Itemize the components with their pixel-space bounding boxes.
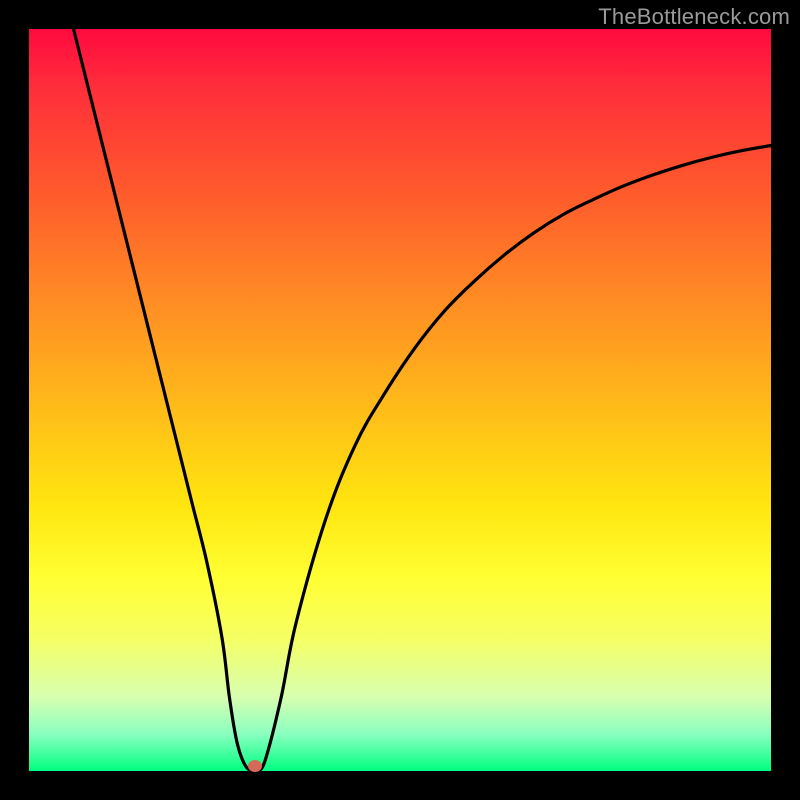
watermark-text: TheBottleneck.com (598, 4, 790, 30)
optimal-point-marker (248, 760, 262, 772)
chart-frame: TheBottleneck.com (0, 0, 800, 800)
plot-area (29, 29, 771, 771)
bottleneck-curve (29, 29, 771, 771)
